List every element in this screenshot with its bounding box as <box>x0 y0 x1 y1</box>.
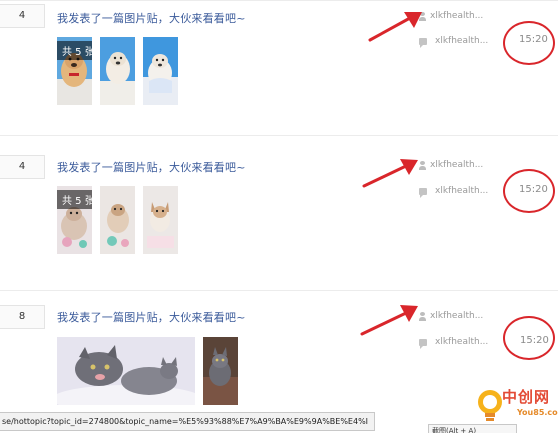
author-info[interactable]: xlkfhealth... <box>419 160 483 170</box>
annotation-arrow-icon <box>368 12 422 42</box>
image-count-badge: 共 5 张 <box>57 190 92 209</box>
watermark-brand: 中创网 <box>502 388 551 406</box>
thumbnail-dog-3[interactable] <box>143 186 178 254</box>
thumbnail-dog-1[interactable]: 共 5 张 <box>57 186 92 254</box>
topic-title-link[interactable]: 我发表了一篇图片贴，大伙来看看吧~ <box>57 10 246 26</box>
row-divider <box>0 290 558 291</box>
chat-bubble-icon <box>419 338 427 349</box>
author-name[interactable]: xlkfhealth... <box>430 160 483 170</box>
annotation-circle <box>503 21 555 65</box>
reply-count: 4 <box>0 4 45 28</box>
thumbnail-strip: 共 5 张 <box>57 186 178 254</box>
author-info[interactable]: xlkfhealth... <box>419 11 483 21</box>
last-reply-user[interactable]: xlkfhealth... <box>435 337 488 347</box>
topic-title-link[interactable]: 我发表了一篇图片贴，大伙来看看吧~ <box>57 309 246 325</box>
annotation-arrow-icon <box>362 159 418 188</box>
row-divider <box>0 135 558 136</box>
last-reply-user[interactable]: xlkfhealth... <box>435 186 488 196</box>
site-watermark: 中创网 You85.com <box>475 384 558 430</box>
annotation-arrow-icon <box>360 305 418 336</box>
topic-title-link[interactable]: 我发表了一篇图片贴，大伙来看看吧~ <box>57 159 246 175</box>
dog-photo-image <box>100 37 135 105</box>
dog-photo-image <box>143 37 178 105</box>
annotation-circle <box>503 316 555 360</box>
thumbnail-dog-2[interactable] <box>100 186 135 254</box>
browser-status-url: se/hottopic?topic_id=274800&topic_name=%… <box>0 412 376 431</box>
topic-row[interactable]: 4 我发表了一篇图片贴，大伙来看看吧~ 共 5 张 xlkfhealth... … <box>0 0 558 120</box>
author-name[interactable]: xlkfhealth... <box>430 311 483 321</box>
topic-list-page: 4 我发表了一篇图片贴，大伙来看看吧~ 共 5 张 xlkfhealth... … <box>0 0 558 433</box>
reply-count: 8 <box>0 305 45 329</box>
thumbnail-dog-2[interactable] <box>100 37 135 105</box>
cat-photo-image <box>203 337 238 405</box>
reply-count: 4 <box>0 155 45 179</box>
watermark-domain: You85.com <box>517 408 558 417</box>
last-reply-info[interactable]: xlkfhealth... <box>419 186 488 198</box>
author-name[interactable]: xlkfhealth... <box>430 11 483 21</box>
annotation-circle <box>503 169 555 213</box>
image-count-badge: 共 5 张 <box>57 41 92 60</box>
thumbnail-cat-1[interactable] <box>57 337 195 405</box>
author-info[interactable]: xlkfhealth... <box>419 311 483 321</box>
dog-photo-image <box>100 186 135 254</box>
cat-photo-image <box>57 337 195 405</box>
dog-photo-image <box>143 186 178 254</box>
last-reply-user[interactable]: xlkfhealth... <box>435 36 488 46</box>
topic-row[interactable]: 4 我发表了一篇图片贴，大伙来看看吧~ 共 5 张 xlkfhealth... … <box>0 150 558 280</box>
thumbnail-cat-2[interactable] <box>203 337 238 405</box>
last-reply-info[interactable]: xlkfhealth... <box>419 337 488 349</box>
thumbnail-dog-3[interactable] <box>143 37 178 105</box>
thumbnail-dog-1[interactable]: 共 5 张 <box>57 37 92 105</box>
thumbnail-strip: 共 5 张 <box>57 37 178 105</box>
last-reply-info[interactable]: xlkfhealth... <box>419 36 488 48</box>
lightbulb-logo-icon <box>478 390 502 421</box>
thumbnail-strip <box>57 337 238 405</box>
